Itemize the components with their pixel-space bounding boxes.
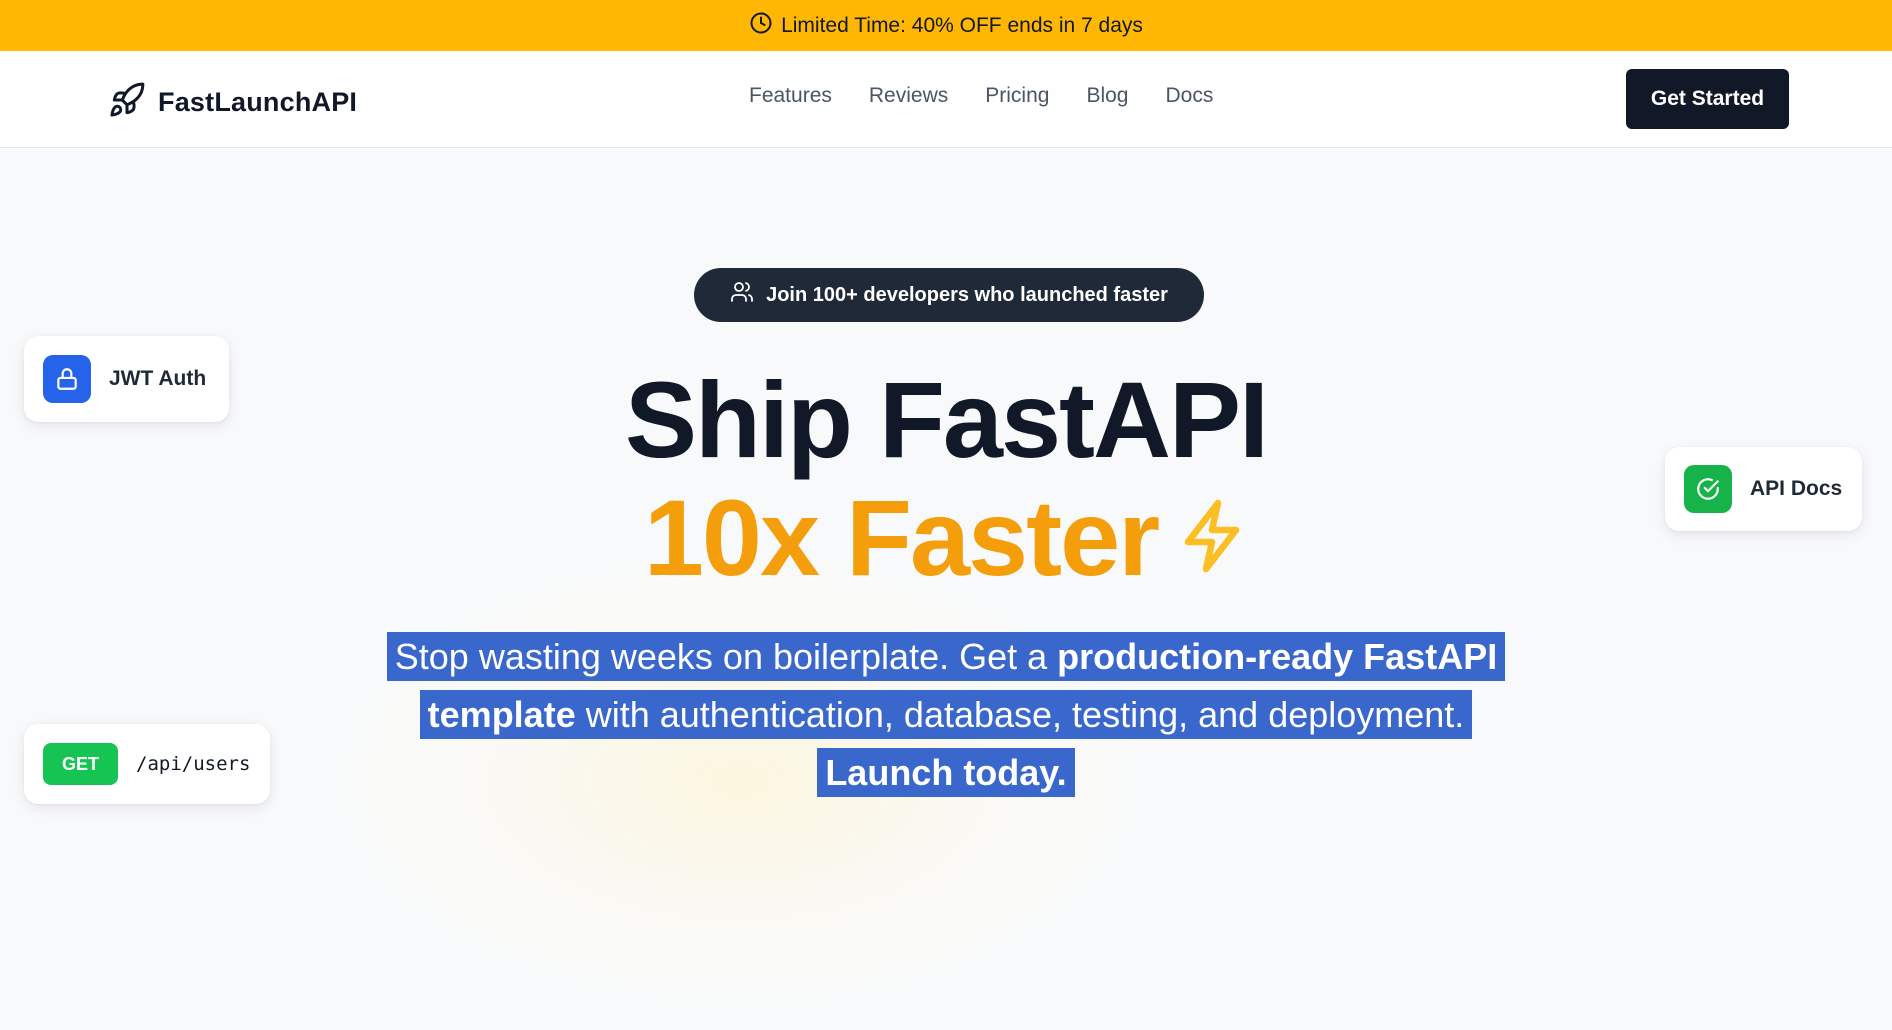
nav-link-pricing[interactable]: Pricing — [985, 84, 1049, 108]
nav-link-docs[interactable]: Docs — [1165, 84, 1213, 108]
hero-subtitle: Stop wasting weeks on boilerplate. Get a… — [366, 628, 1526, 802]
brand-logo-link[interactable]: FastLaunchAPI — [108, 81, 357, 124]
check-circle-icon — [1684, 465, 1732, 513]
nav-link-features[interactable]: Features — [749, 84, 832, 108]
social-proof-badge: Join 100+ developers who launched faster — [694, 268, 1204, 322]
endpoint-card: GET /api/users — [24, 724, 270, 804]
top-navbar: FastLaunchAPI Features Reviews Pricing B… — [0, 51, 1892, 148]
lightning-icon — [1176, 478, 1248, 598]
subtitle-text-2: with authentication, database, testing, … — [575, 694, 1465, 735]
promo-text: Limited Time: 40% OFF ends in 7 days — [781, 13, 1143, 37]
endpoint-path: /api/users — [136, 753, 251, 775]
subtitle-text-1: Stop wasting weeks on boilerplate. Get a — [394, 636, 1058, 677]
get-started-button[interactable]: Get Started — [1626, 69, 1789, 129]
jwt-auth-card: JWT Auth — [24, 336, 229, 422]
subtitle-selection: Stop wasting weeks on boilerplate. Get a… — [386, 632, 1506, 797]
brand-name: FastLaunchAPI — [158, 87, 358, 117]
rocket-icon — [108, 81, 146, 124]
hero-headline-line2: 10x Faster — [0, 478, 1892, 598]
promo-banner: Limited Time: 40% OFF ends in 7 days — [0, 0, 1892, 51]
users-icon — [730, 280, 754, 310]
hero-headline-accent: 10x Faster — [643, 477, 1160, 598]
nav-link-reviews[interactable]: Reviews — [869, 84, 948, 108]
hero-headline-line1: Ship FastAPI — [624, 359, 1269, 480]
http-method-badge: GET — [43, 743, 118, 785]
subtitle-bold-2: Launch today. — [825, 752, 1067, 793]
social-proof-text: Join 100+ developers who launched faster — [766, 283, 1168, 306]
lock-icon — [43, 355, 91, 403]
nav-link-blog[interactable]: Blog — [1086, 84, 1128, 108]
clock-icon — [749, 11, 773, 41]
api-docs-label: API Docs — [1750, 477, 1843, 500]
jwt-auth-label: JWT Auth — [109, 367, 207, 390]
main-nav: Features Reviews Pricing Blog Docs — [749, 84, 1213, 108]
api-docs-card: API Docs — [1665, 447, 1862, 531]
